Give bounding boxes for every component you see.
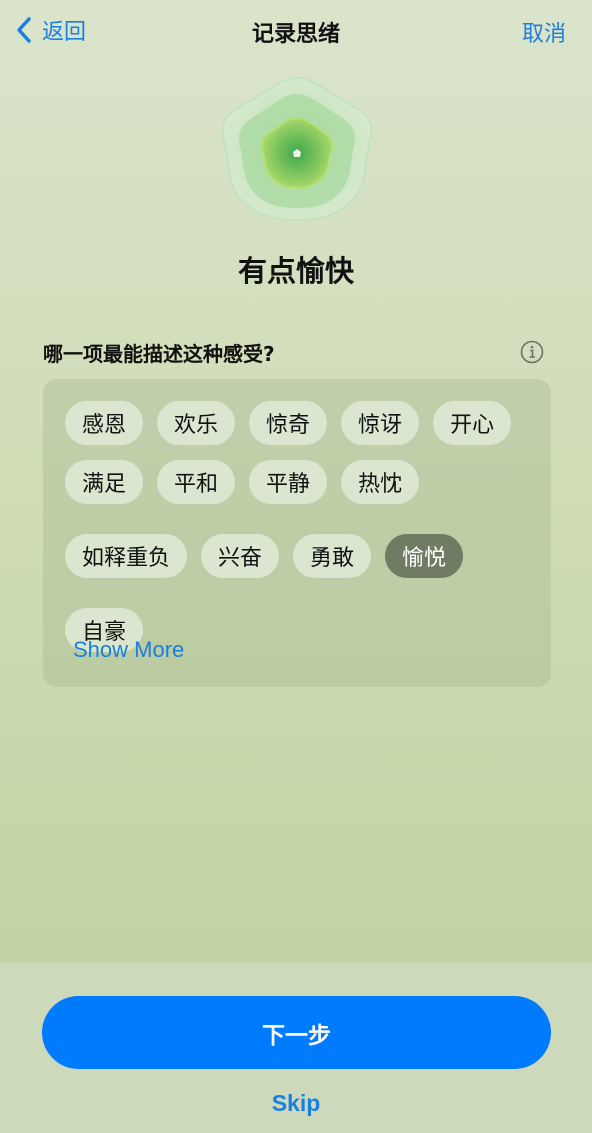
emotion-chip[interactable]: 惊奇 [249, 401, 328, 445]
next-step-button[interactable]: 下一步 [42, 996, 551, 1069]
mood-title: 有点愉快 [237, 254, 354, 288]
emotion-chip[interactable]: 平和 [157, 460, 236, 504]
emotion-chip[interactable]: 感恩 [65, 401, 144, 445]
flower-mood-icon [221, 76, 373, 222]
page-title: 记录思绪 [251, 22, 340, 47]
emotion-chip-list: 感恩 欢乐 惊奇 惊讶 开心 满足 平和 平静 热忱 如释重负 兴奋 勇敢 愉悦… [65, 401, 545, 652]
info-circle-icon[interactable] [520, 340, 544, 364]
navigation-bar: 返回 记录思绪 取消 [0, 0, 592, 64]
emotion-chip[interactable]: 开心 [433, 401, 512, 445]
show-more-link[interactable]: Show More [73, 637, 184, 663]
footer-bar: 下一步 Skip [0, 963, 592, 1133]
emotion-chip[interactable]: 惊讶 [341, 401, 420, 445]
emotion-chip[interactable]: 兴奋 [201, 534, 280, 578]
emotion-chip[interactable]: 平静 [249, 460, 328, 504]
emotion-chip[interactable]: 欢乐 [157, 401, 236, 445]
emotion-chip[interactable]: 满足 [65, 460, 144, 504]
skip-button[interactable]: Skip [0, 1090, 592, 1117]
question-label: 哪一项最能描述这种感受? [43, 342, 275, 366]
emotion-card: 感恩 欢乐 惊奇 惊讶 开心 满足 平和 平静 热忱 如释重负 兴奋 勇敢 愉悦… [43, 379, 551, 687]
emotion-chip[interactable]: 热忱 [341, 460, 420, 504]
emotion-chip-selected[interactable]: 愉悦 [385, 534, 464, 578]
cancel-button[interactable]: 取消 [522, 16, 566, 48]
emotion-chip[interactable]: 勇敢 [293, 534, 372, 578]
emotion-chip[interactable]: 如释重负 [65, 534, 188, 578]
